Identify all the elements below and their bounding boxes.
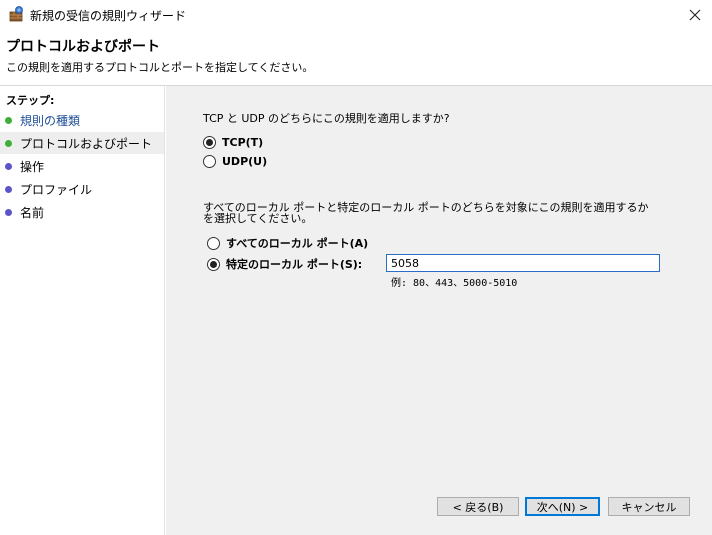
step-status-dot — [5, 185, 12, 193]
firewall-wizard-icon — [8, 5, 26, 23]
step-status-dot — [5, 208, 12, 216]
wizard-header: プロトコルおよびポート この規則を適用するプロトコルとポートを指定してください。 — [0, 30, 712, 86]
specific-ports-radio[interactable] — [207, 257, 220, 271]
title-bar: 新規の受信の規則ウィザード — [0, 0, 712, 30]
step-label: 操作 — [20, 159, 45, 174]
udp-radio-option[interactable]: UDP(U) — [203, 155, 267, 168]
step-profile[interactable]: プロファイル — [0, 178, 164, 200]
step-label: 規則の種類 — [20, 113, 81, 128]
page-title: プロトコルおよびポート — [6, 39, 160, 55]
step-name[interactable]: 名前 — [0, 201, 164, 223]
back-button[interactable]: < 戻る(B) — [437, 497, 519, 516]
next-button[interactable]: 次へ(N) > — [525, 497, 600, 516]
step-label: 名前 — [20, 205, 45, 220]
close-button[interactable] — [678, 0, 712, 30]
ports-example-text: 例: 80、443、5000-5010 — [391, 278, 518, 289]
close-icon — [689, 9, 701, 21]
all-ports-radio-option[interactable]: すべてのローカル ポート(A) — [207, 235, 368, 251]
udp-radio[interactable] — [203, 155, 216, 168]
step-label: プロファイル — [20, 182, 93, 197]
step-rule-type[interactable]: 規則の種類 — [0, 109, 164, 131]
step-action[interactable]: 操作 — [0, 155, 164, 177]
udp-label[interactable]: UDP(U) — [222, 155, 267, 168]
tcp-label[interactable]: TCP(T) — [222, 136, 263, 149]
cancel-button[interactable]: キャンセル — [608, 497, 690, 516]
specific-ports-radio-option[interactable]: 特定のローカル ポート(S): — [207, 256, 362, 272]
all-ports-radio[interactable] — [207, 236, 220, 250]
tcp-radio-option[interactable]: TCP(T) — [203, 136, 263, 149]
ports-question: すべてのローカル ポートと特定のローカル ポートのどちらを対象にこの規則を適用す… — [203, 201, 649, 225]
step-label: プロトコルおよびポート — [20, 136, 153, 151]
specific-ports-label[interactable]: 特定のローカル ポート(S): — [226, 256, 362, 272]
main-panel: TCP と UDP のどちらにこの規則を適用しますか? TCP(T) UDP(U… — [166, 86, 712, 535]
page-description: この規則を適用するプロトコルとポートを指定してください。 — [6, 61, 314, 74]
protocol-question: TCP と UDP のどちらにこの規則を適用しますか? — [203, 112, 450, 125]
steps-heading: ステップ: — [6, 94, 55, 107]
step-status-dot — [5, 116, 12, 124]
steps-sidebar: ステップ: 規則の種類 プロトコルおよびポート 操作 プロファイル 名前 — [0, 86, 165, 535]
step-status-dot — [5, 162, 12, 170]
specific-ports-input[interactable] — [386, 254, 660, 272]
all-ports-label[interactable]: すべてのローカル ポート(A) — [226, 235, 368, 251]
tcp-radio[interactable] — [203, 136, 216, 149]
window-title: 新規の受信の規則ウィザード — [30, 9, 187, 23]
step-status-dot — [5, 139, 12, 147]
step-protocol-and-ports[interactable]: プロトコルおよびポート — [0, 132, 164, 154]
